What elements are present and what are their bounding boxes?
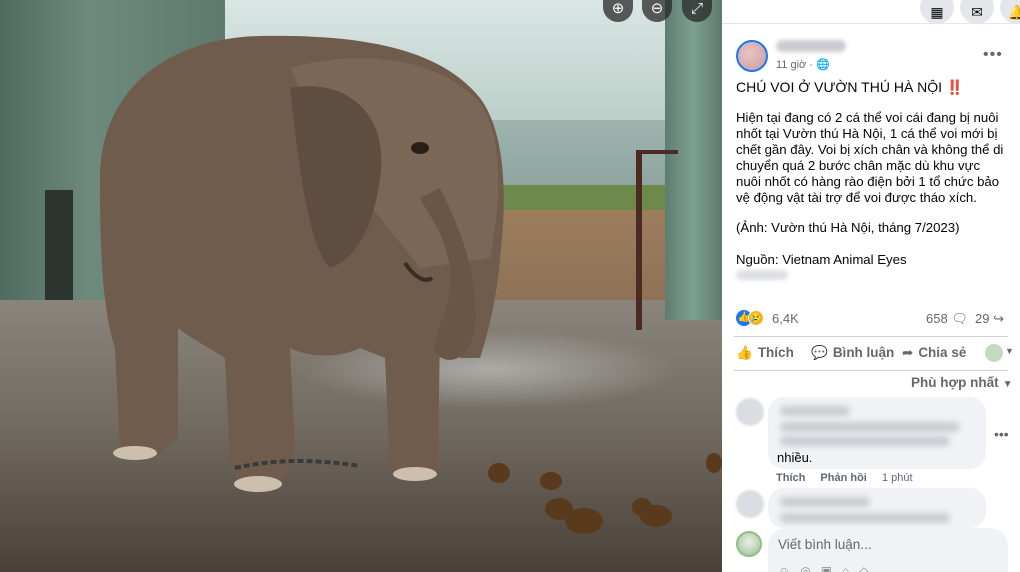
commenter-name-blurred[interactable]	[780, 497, 870, 507]
zoom-out-icon: ⊖	[650, 0, 664, 17]
commenter-avatar[interactable]	[736, 398, 764, 426]
share-count[interactable]: 29 ↪	[975, 311, 1004, 327]
share-count-value: 29	[975, 311, 990, 326]
sad-reaction-icon: 😢	[748, 310, 764, 326]
photo-credit: (Ảnh: Vườn thú Hà Nội, tháng 7/2023)	[736, 220, 960, 235]
post-side-panel: ▦ ✉ 🔔 11 giờ · 🌐 ••• CHÚ VOI Ở VƯỜN THÚ …	[722, 0, 1020, 572]
commenter-avatar[interactable]	[736, 490, 764, 518]
caret-down-icon[interactable]: ▼	[1005, 346, 1014, 356]
dung-pile	[540, 472, 562, 490]
commenter-name-blurred[interactable]	[780, 406, 850, 416]
comment-icon: 💬	[811, 345, 828, 360]
elephant-illustration	[100, 35, 504, 492]
grid-menu-icon[interactable]: ▦	[920, 0, 954, 24]
author-name-blurred[interactable]	[776, 40, 846, 52]
share-label: Chia sẻ	[918, 345, 967, 360]
comment-sort-dropdown[interactable]: Phù hợp nhất ▼	[911, 375, 1013, 390]
source-link-blurred[interactable]	[736, 270, 788, 280]
dung-pile	[706, 453, 722, 473]
comment-text-blurred	[780, 422, 960, 432]
audience-selector-avatar[interactable]	[985, 344, 1003, 362]
comment-time[interactable]: 1 phút	[882, 472, 913, 484]
fullscreen-icon: ⤢	[690, 0, 703, 17]
comment-text-blurred	[780, 513, 950, 523]
post-photo[interactable]: ⊕ ⊖ ⤢	[0, 0, 722, 572]
dung-pile	[640, 505, 672, 527]
share-button[interactable]: ➦ Chia sẻ	[902, 345, 966, 361]
post-source: Nguồn: Vietnam Animal Eyes	[736, 252, 907, 267]
comment-button[interactable]: 💬 Bình luận	[811, 345, 894, 361]
author-avatar[interactable]	[736, 40, 768, 72]
post-time[interactable]: 11 giờ	[776, 59, 806, 71]
comment-sort-label: Phù hợp nhất	[911, 375, 999, 390]
post-body: Hiện tại đang có 2 cá thể voi cái đang b…	[736, 110, 1004, 205]
dung-pile	[565, 508, 603, 534]
comment-count-value: 658	[926, 311, 948, 326]
share-arrow-icon: ↪	[993, 311, 1004, 326]
comment-text-tail: nhiều.	[777, 450, 813, 465]
comment-bubble-icon: 🗨	[951, 311, 968, 326]
comment-composer[interactable]: Viết bình luận... ☺◎▣⌂◇	[768, 528, 1008, 572]
globe-icon: 🌐	[816, 59, 830, 71]
dung-pile	[488, 463, 510, 483]
post-title: CHÚ VOI Ở VƯỜN THÚ HÀ NỘI ‼️	[736, 79, 963, 96]
double-exclamation-icon: ‼️	[945, 79, 964, 95]
bell-icon[interactable]: 🔔	[1000, 0, 1020, 24]
comment-count[interactable]: 658 🗨	[926, 311, 968, 327]
post-title-text: CHÚ VOI Ở VƯỜN THÚ HÀ NỘI	[736, 79, 943, 95]
comment-reply-button[interactable]: Phản hồi	[820, 472, 866, 484]
share-icon: ➦	[902, 345, 914, 360]
electric-fence-bar	[640, 150, 678, 154]
thumbs-up-icon: 👍	[736, 345, 753, 360]
post-meta: 11 giờ · 🌐	[776, 59, 830, 71]
zoom-in-icon: ⊕	[611, 0, 625, 17]
messenger-icon[interactable]: ✉	[960, 0, 994, 24]
composer-attachment-icons[interactable]: ☺◎▣⌂◇	[778, 564, 879, 572]
comment-text-blurred	[780, 436, 950, 446]
comment-more-button[interactable]: •••	[994, 426, 1009, 442]
like-button[interactable]: 👍 Thích	[736, 345, 794, 361]
comment-actions: Thích Phản hồi 1 phút	[776, 472, 913, 484]
electric-fence-post	[636, 150, 642, 330]
divider	[734, 336, 1008, 337]
reaction-count: 6,4K	[772, 311, 799, 326]
post-more-button[interactable]: •••	[983, 46, 1003, 64]
doorway-pillar	[665, 0, 722, 320]
comment-like-button[interactable]: Thích	[776, 472, 805, 484]
top-bar: ▦ ✉ 🔔	[722, 0, 1020, 24]
comment-label: Bình luận	[832, 345, 895, 360]
like-label: Thích	[757, 345, 794, 360]
caret-down-icon: ▼	[1002, 379, 1013, 390]
comment-input-placeholder[interactable]: Viết bình luận...	[778, 537, 872, 552]
divider	[734, 370, 1008, 371]
current-user-avatar[interactable]	[736, 531, 762, 557]
